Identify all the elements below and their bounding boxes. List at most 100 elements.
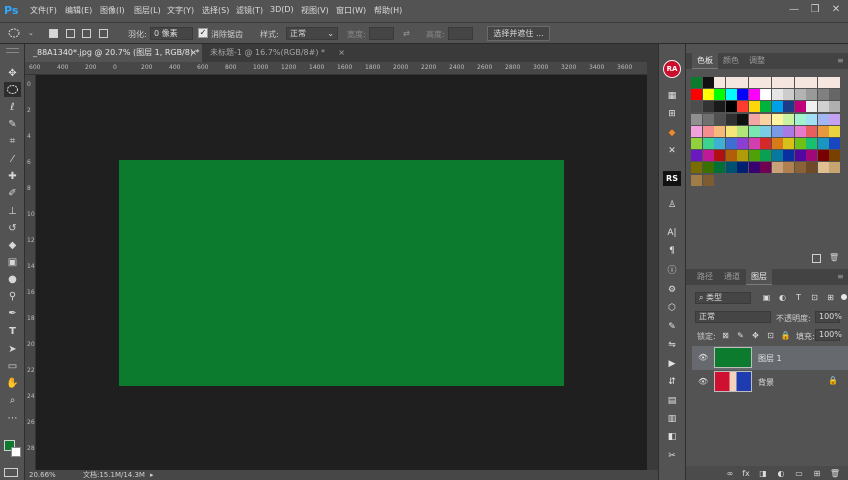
brush-settings-icon[interactable]: ✎ <box>664 320 680 334</box>
opacity-input[interactable]: 100% <box>815 311 842 323</box>
color-swatch[interactable] <box>760 101 771 113</box>
zoom-level[interactable]: 20.66% <box>29 470 56 480</box>
color-swatch[interactable] <box>714 125 725 137</box>
layer-name[interactable]: 背景 <box>758 377 774 388</box>
color-swatch[interactable] <box>748 113 760 125</box>
color-swatch[interactable] <box>771 162 783 174</box>
height-input[interactable] <box>448 27 473 40</box>
color-swatch[interactable] <box>702 89 714 101</box>
color-swatch[interactable] <box>817 150 829 162</box>
adjustment-layer-icon[interactable]: ◐ <box>775 468 787 479</box>
healing-brush-tool-icon[interactable]: ✚ <box>4 169 21 184</box>
filter-smart-object-icon[interactable]: ⊞ <box>825 292 836 303</box>
move-tool-icon[interactable]: ✥ <box>4 66 21 81</box>
color-swatch[interactable] <box>702 125 714 137</box>
lasso-tool-icon[interactable]: ℓ <box>4 100 21 115</box>
lock-transparent-icon[interactable]: ⊠ <box>720 330 731 341</box>
libraries-icon[interactable]: ✂ <box>664 449 680 463</box>
color-swatch[interactable] <box>725 77 737 88</box>
select-and-mask-button[interactable]: 选择并遮住 ... <box>487 26 550 41</box>
color-swatch[interactable] <box>783 162 794 174</box>
color-swatch[interactable] <box>806 77 817 88</box>
color-swatch[interactable] <box>702 150 714 162</box>
color-swatch[interactable] <box>771 138 783 149</box>
clone-source-icon[interactable]: ♙ <box>664 198 680 212</box>
vertical-scrollbar[interactable] <box>647 62 658 470</box>
color-swatch[interactable] <box>702 77 714 88</box>
color-swatch[interactable] <box>725 101 737 113</box>
color-swatch[interactable] <box>829 162 840 174</box>
color-swatch[interactable] <box>806 125 817 137</box>
color-swatch[interactable] <box>737 77 748 88</box>
color-swatch[interactable] <box>771 150 783 162</box>
color-swatch[interactable] <box>771 101 783 113</box>
type-tool-icon[interactable]: T <box>4 324 21 339</box>
color-swatch[interactable] <box>817 138 829 149</box>
marquee-tool-icon[interactable] <box>4 82 21 97</box>
color-swatch[interactable] <box>702 138 714 149</box>
color-swatch[interactable] <box>829 138 840 149</box>
fill-input[interactable]: 100% <box>815 329 842 341</box>
menu-view[interactable]: 视图(V) <box>301 5 329 16</box>
new-layer-icon[interactable]: ⊞ <box>811 468 823 479</box>
color-swatch[interactable] <box>714 89 725 101</box>
new-selection-icon[interactable] <box>49 29 58 38</box>
color-swatch[interactable] <box>829 77 840 88</box>
gradient-tool-icon[interactable]: ▣ <box>4 255 21 270</box>
color-swatch[interactable] <box>748 89 760 101</box>
color-swatch[interactable] <box>760 150 771 162</box>
layer-comps-icon[interactable]: ⇵ <box>664 375 680 389</box>
history-brush-tool-icon[interactable]: ↺ <box>4 221 21 236</box>
lock-position-icon[interactable]: ✥ <box>750 330 761 341</box>
color-swatch[interactable] <box>737 162 748 174</box>
quick-select-tool-icon[interactable]: ✎ <box>4 117 21 132</box>
color-swatch[interactable] <box>794 138 806 149</box>
styles-icon[interactable]: ▥ <box>664 412 680 426</box>
color-swatch[interactable] <box>783 125 794 137</box>
restore-icon[interactable]: ❐ <box>808 3 822 17</box>
color-swatch[interactable] <box>691 150 702 162</box>
color-swatch[interactable] <box>725 89 737 101</box>
color-swatch[interactable] <box>691 77 702 88</box>
color-swatch[interactable] <box>702 162 714 174</box>
fx-icon[interactable]: fx <box>740 468 752 479</box>
color-swatch[interactable] <box>783 89 794 101</box>
tools-x-icon[interactable]: ✕ <box>664 144 680 158</box>
trash-icon[interactable]: 🗑 <box>829 253 839 262</box>
color-swatch[interactable] <box>760 125 771 137</box>
tab-color[interactable]: 颜色 <box>718 53 744 68</box>
background-color-swatch[interactable] <box>11 447 21 457</box>
quick-mask-icon[interactable] <box>4 468 18 477</box>
pen-tool-icon[interactable]: ✒ <box>4 306 21 321</box>
color-swatch[interactable] <box>806 101 817 113</box>
feather-input[interactable]: 0 像素 <box>150 27 193 40</box>
notes-icon[interactable]: ▤ <box>664 394 680 408</box>
color-swatch[interactable] <box>806 162 817 174</box>
color-swatch[interactable] <box>748 138 760 149</box>
color-swatch[interactable] <box>783 113 794 125</box>
status-menu-arrow[interactable]: ▸ <box>150 470 154 480</box>
new-swatch-icon[interactable] <box>812 254 821 263</box>
menu-edit[interactable]: 编辑(E) <box>65 5 92 16</box>
color-swatch[interactable] <box>691 162 702 174</box>
color-swatch[interactable] <box>702 174 714 186</box>
lock-artboard-icon[interactable]: ⊡ <box>765 330 776 341</box>
color-swatch[interactable] <box>794 113 806 125</box>
tab-document-1[interactable]: _88A1340*.jpg @ 20.7% (图层 1, RGB/8) * × <box>25 44 202 62</box>
trash-icon[interactable]: 🗑 <box>829 468 841 479</box>
filter-pixel-icon[interactable]: ▣ <box>761 292 772 303</box>
crop-tool-icon[interactable]: ⌗ <box>4 134 21 149</box>
visibility-eye-icon[interactable]: 👁 <box>698 377 708 387</box>
color-swatch[interactable] <box>794 150 806 162</box>
color-swatch[interactable] <box>702 101 714 113</box>
intersect-selection-icon[interactable] <box>99 29 108 38</box>
menu-layer[interactable]: 图层(L) <box>134 5 161 16</box>
color-swatch[interactable] <box>817 125 829 137</box>
color-swatch[interactable] <box>725 125 737 137</box>
zoom-tool-icon[interactable]: ⌕ <box>4 393 21 408</box>
tab-channels[interactable]: 通道 <box>719 269 745 284</box>
layer-row[interactable]: 👁 图层 1 <box>692 346 848 370</box>
color-swatch[interactable] <box>817 77 829 88</box>
color-swatch[interactable] <box>737 125 748 137</box>
color-swatch[interactable] <box>829 113 840 125</box>
